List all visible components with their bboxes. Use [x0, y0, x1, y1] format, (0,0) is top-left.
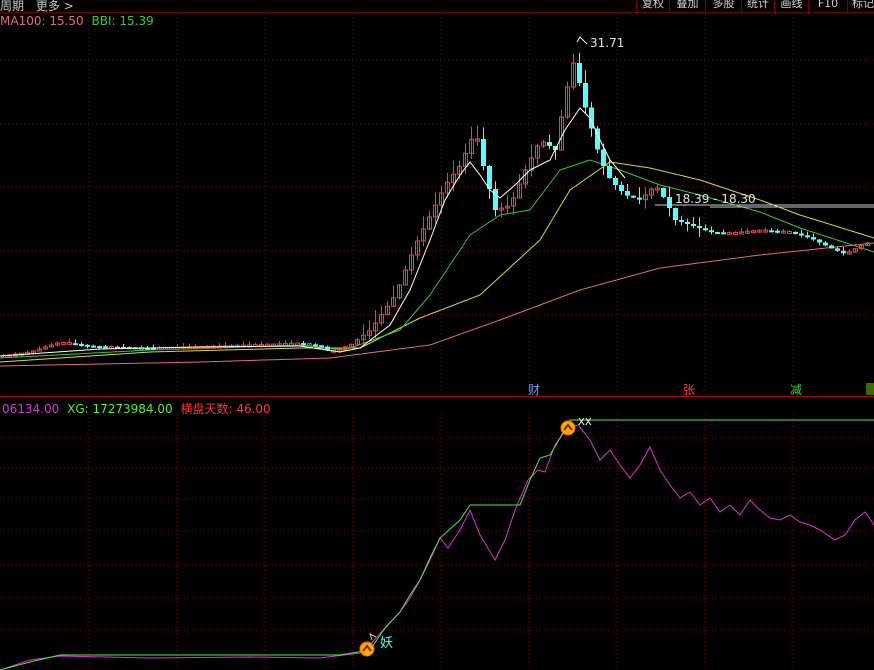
- bbi-label: BBI: 15.39: [91, 14, 154, 28]
- candle-body-down: [691, 224, 696, 227]
- candle-body-down: [607, 166, 612, 178]
- ma-green-line: [0, 159, 874, 359]
- toolbar-left: 周期 更多 >: [0, 0, 82, 12]
- event-marker-0: 财: [528, 383, 540, 397]
- candle-body-down: [493, 189, 498, 210]
- candle-body-down: [103, 346, 108, 349]
- price-annotations: 31.71 18.39 - 18.30 财 张 减: [528, 36, 874, 397]
- candle-body-down: [631, 195, 636, 198]
- event-marker-1: 张: [683, 383, 695, 397]
- top-signal-icon-circle: [560, 420, 576, 436]
- candle-body-down: [679, 220, 684, 222]
- hengpan-label: 横盘天数: 46.00: [180, 402, 271, 416]
- top-toolbar: 周期 更多 > 复权 叠加 多股 统计 画线 F10 标记: [0, 0, 874, 13]
- candle-body-down: [805, 235, 810, 238]
- peak-high-label: 31.71: [590, 36, 624, 50]
- yao-signal-icon-circle: [359, 641, 375, 657]
- candle-body-down: [799, 233, 804, 236]
- candle-body-down: [841, 250, 846, 254]
- candle-body-down: [637, 197, 642, 200]
- candle-body-down: [775, 230, 780, 233]
- kline-chart[interactable]: 31.71 18.39 - 18.30 财 张 减 妖 XX: [0, 0, 874, 670]
- candle-body-down: [577, 63, 582, 83]
- top-signal-icon: [560, 420, 576, 436]
- candle-body-down: [811, 237, 816, 240]
- sub-indicator: 妖 XX: [0, 417, 874, 670]
- candle-body-down: [583, 83, 588, 108]
- candle-body-down: [73, 343, 78, 346]
- candle-body-up: [289, 342, 294, 346]
- candle-body-down: [301, 343, 306, 346]
- candle-body-down: [97, 346, 102, 349]
- candle-body-down: [721, 232, 726, 235]
- candle-body-down: [85, 344, 90, 347]
- candle-body-down: [481, 139, 486, 166]
- yao-signal-icon: [359, 641, 375, 657]
- overlay-button[interactable]: 叠加: [669, 0, 705, 12]
- candle-body-down: [625, 191, 630, 196]
- more-menu[interactable]: 更多 >: [36, 0, 74, 12]
- candle-body-down: [673, 208, 678, 220]
- statistics-button[interactable]: 统计: [741, 0, 774, 12]
- candle-body-down: [793, 231, 798, 234]
- candle-body-up: [787, 231, 792, 235]
- candle-body-down: [667, 197, 672, 208]
- sub-legend: 06134.00 XG: 17273984.00 横盘天数: 46.00: [2, 400, 271, 417]
- candle-body-down: [703, 228, 708, 231]
- ma-green-path: [0, 159, 874, 359]
- period-menu[interactable]: 周期: [0, 0, 24, 12]
- main-legend: MA100: 15.50 BBI: 15.39: [0, 14, 154, 28]
- candle-body-up: [295, 342, 300, 346]
- indicator-magenta-line: [0, 424, 874, 670]
- candle-body-up: [61, 341, 66, 345]
- candle-body-down: [823, 242, 828, 246]
- candle-body-down: [829, 245, 834, 249]
- candle-body-down: [487, 166, 492, 189]
- candle-body-down: [685, 222, 690, 224]
- grid-lines: [0, 12, 874, 670]
- candle-body-down: [835, 248, 840, 251]
- candle-body-down: [601, 149, 606, 166]
- mark-button[interactable]: 标记: [847, 0, 874, 12]
- candle-body-down: [613, 178, 618, 185]
- candle-body-down: [547, 142, 552, 146]
- candle-body-down: [715, 232, 720, 235]
- top-signal-label: XX: [578, 417, 592, 428]
- candle-body-down: [91, 345, 96, 348]
- f10-button[interactable]: F10: [808, 0, 847, 12]
- candle-body-down: [817, 239, 822, 243]
- candle-body-down: [661, 188, 666, 197]
- candle-body-down: [769, 230, 774, 233]
- candle-body-down: [619, 185, 624, 191]
- peak-arrow: [576, 36, 588, 45]
- draw-line-button[interactable]: 画线: [774, 0, 808, 12]
- event-marker-2: 减: [790, 383, 802, 397]
- candle-body-down: [709, 230, 714, 233]
- candle-body-down: [319, 345, 324, 348]
- candle-body-up: [733, 232, 738, 235]
- indicator-green-line: [0, 419, 874, 670]
- sub-value-label: 06134.00: [2, 402, 60, 416]
- yao-label: 妖: [380, 636, 393, 651]
- candle-body-up: [283, 343, 288, 347]
- candle-body-down: [697, 226, 702, 229]
- range-label: 18.39 - 18.30: [675, 192, 756, 206]
- event-marker-tail: [866, 383, 874, 395]
- multi-stock-button[interactable]: 多股: [705, 0, 741, 12]
- fuquan-button[interactable]: 复权: [636, 0, 669, 12]
- candle-body-down: [313, 344, 318, 347]
- xg-label: XG: 17273984.00: [67, 402, 173, 416]
- ma100-label: MA100: 15.50: [0, 14, 84, 28]
- candle-body-down: [79, 344, 84, 346]
